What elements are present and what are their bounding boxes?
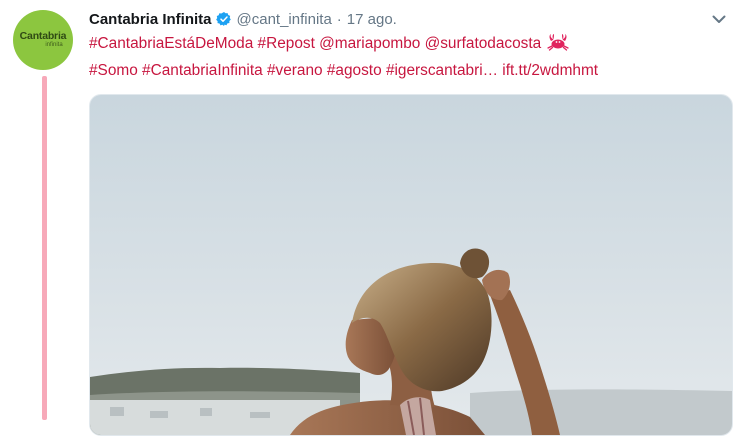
avatar-logo-text: Cantabria: [19, 30, 67, 42]
verified-badge-icon: [215, 11, 232, 27]
tweet-text: #CantabriaEstáDeModa #Repost @mariapombo…: [89, 32, 729, 83]
mention-link[interactable]: @surfatodacosta: [425, 35, 542, 52]
separator-dot: ·: [336, 10, 342, 28]
tweet-header: Cantabria Infinita @cant_infinita · 17 a…: [89, 8, 397, 30]
chevron-down-icon[interactable]: [710, 12, 728, 26]
avatar-logo-subtext: infinita: [45, 42, 63, 48]
hashtag-link[interactable]: #agosto: [327, 62, 382, 79]
mention-link[interactable]: @mariapombo: [319, 35, 420, 52]
author-name[interactable]: Cantabria Infinita: [89, 11, 212, 28]
photo-icon: [90, 95, 732, 435]
hashtag-link[interactable]: #igerscantabri…: [386, 62, 498, 79]
hashtag-link[interactable]: #Somo: [89, 62, 138, 79]
tweet-photo[interactable]: [89, 94, 733, 436]
tweet-text-line-2: #Somo #CantabriaInfinita #verano #agosto…: [89, 59, 729, 83]
tweet-text-line-1: #CantabriaEstáDeModa #Repost @mariapombo…: [89, 32, 729, 59]
avatar[interactable]: Cantabria infinita: [13, 10, 73, 70]
author-handle[interactable]: @cant_infinita: [237, 11, 332, 28]
thread-connector-line: [42, 76, 47, 420]
hashtag-link[interactable]: #verano: [267, 62, 323, 79]
crab-emoji-icon: [547, 33, 570, 59]
external-url-link[interactable]: ift.tt/2wdmhmt: [502, 62, 598, 79]
hashtag-link[interactable]: #CantabriaInfinita: [142, 62, 263, 79]
hashtag-link[interactable]: #CantabriaEstáDeModa: [89, 35, 253, 52]
hashtag-link[interactable]: #Repost: [258, 35, 315, 52]
tweet-timestamp[interactable]: 17 ago.: [347, 11, 397, 28]
